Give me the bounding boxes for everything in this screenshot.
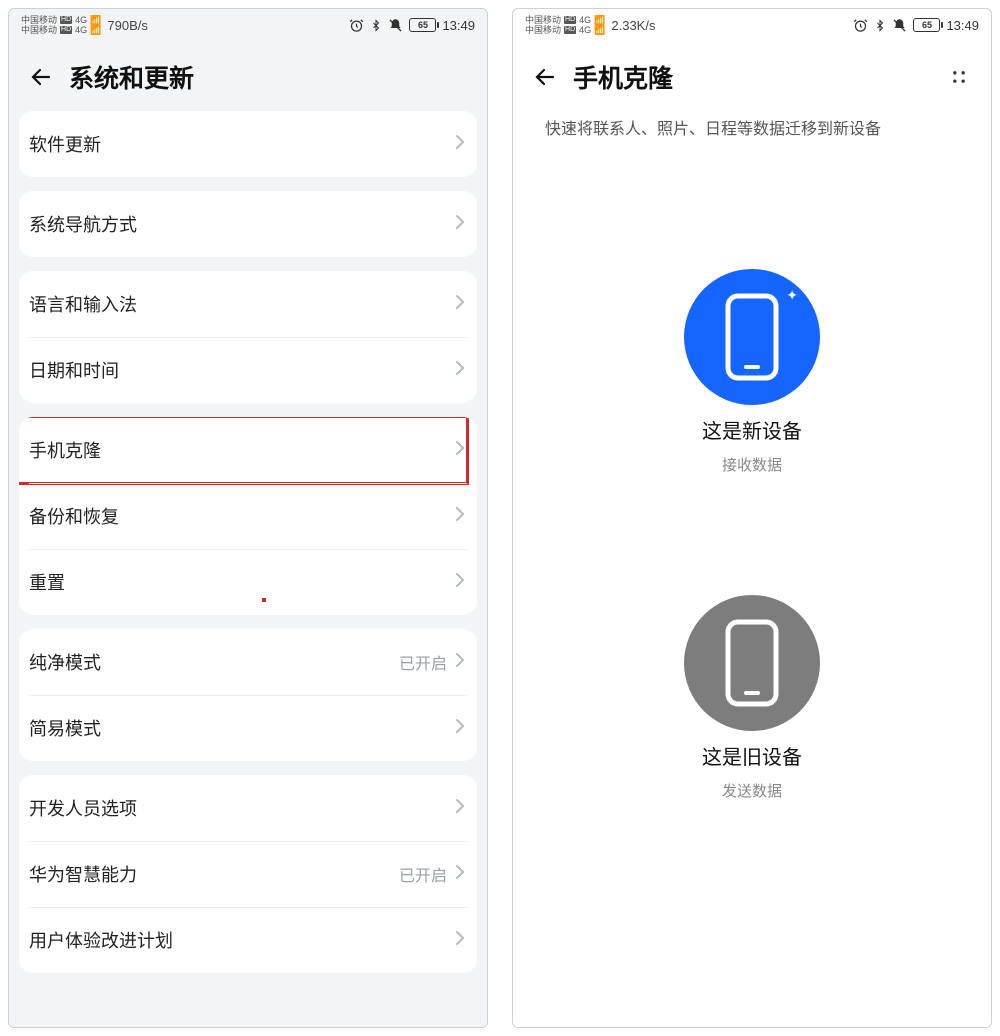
- settings-row[interactable]: 开发人员选项: [19, 775, 477, 841]
- row-label: 软件更新: [29, 131, 101, 157]
- settings-group: 语言和输入法日期和时间: [19, 271, 477, 403]
- settings-list[interactable]: 软件更新系统导航方式语言和输入法日期和时间手机克隆备份和恢复重置纯净模式已开启简…: [9, 111, 487, 1027]
- settings-group: 软件更新: [19, 111, 477, 177]
- row-label: 华为智慧能力: [29, 861, 137, 887]
- chevron-right-icon: [455, 652, 465, 673]
- mute-icon: [388, 18, 403, 33]
- status-bar: 中国移动HD4G📶 中国移动HD4G📶 2.33K/s 65 13:49: [513, 9, 991, 41]
- chevron-right-icon: [455, 798, 465, 819]
- row-label: 系统导航方式: [29, 211, 137, 237]
- chevron-right-icon: [455, 572, 465, 593]
- more-button[interactable]: [945, 63, 973, 91]
- old-device-option[interactable]: 这是旧设备 发送数据: [684, 595, 820, 801]
- battery-icon: 65: [409, 18, 436, 32]
- new-device-icon: ✦: [684, 269, 820, 405]
- row-label: 重置: [29, 569, 65, 595]
- row-label: 备份和恢复: [29, 503, 119, 529]
- chevron-right-icon: [455, 294, 465, 315]
- settings-row[interactable]: 华为智慧能力 已开启: [19, 841, 477, 907]
- old-device-sub: 发送数据: [722, 780, 782, 801]
- screen-system-update: 中国移动HD4G📶 中国移动HD4G📶 790B/s 65 13:49 系: [8, 8, 488, 1028]
- settings-row[interactable]: 用户体验改进计划: [19, 907, 477, 973]
- page-title: 系统和更新: [69, 59, 194, 95]
- row-label: 语言和输入法: [29, 291, 137, 317]
- carrier-label: 中国移动: [21, 16, 57, 25]
- network-label-2: 4G: [75, 26, 87, 35]
- settings-row[interactable]: 简易模式: [19, 695, 477, 761]
- signal-icon-2: 📶: [90, 26, 101, 35]
- status-bar: 中国移动HD4G📶 中国移动HD4G📶 790B/s 65 13:49: [9, 9, 487, 41]
- signal-icon-2: 📶: [594, 26, 605, 35]
- page-subtitle: 快速将联系人、照片、日程等数据迁移到新设备: [513, 111, 991, 139]
- network-label-2: 4G: [579, 26, 591, 35]
- new-device-sub: 接收数据: [722, 454, 782, 475]
- chevron-right-icon: [455, 360, 465, 381]
- settings-row[interactable]: 手机克隆: [19, 417, 477, 483]
- row-label: 手机克隆: [29, 437, 101, 463]
- carrier-label-2: 中国移动: [525, 26, 561, 35]
- settings-row[interactable]: 重置: [19, 549, 477, 615]
- chevron-right-icon: [455, 718, 465, 739]
- old-device-title: 这是旧设备: [702, 741, 802, 770]
- settings-row[interactable]: 纯净模式 已开启: [19, 629, 477, 695]
- row-label: 纯净模式: [29, 649, 101, 675]
- settings-row[interactable]: 语言和输入法: [19, 271, 477, 337]
- new-device-title: 这是新设备: [702, 415, 802, 444]
- speed-label: 2.33K/s: [611, 18, 655, 33]
- clock-label: 13:49: [946, 18, 979, 33]
- row-label: 简易模式: [29, 715, 101, 741]
- chevron-right-icon: [455, 506, 465, 527]
- hd-badge-2: HD: [60, 26, 72, 34]
- chevron-right-icon: [455, 134, 465, 155]
- back-button[interactable]: [531, 63, 559, 91]
- mute-icon: [892, 18, 907, 33]
- clone-options: ✦ 这是新设备 接收数据 这是旧设备 发送数据: [513, 139, 991, 1027]
- signal-icon: 📶: [594, 16, 605, 25]
- hd-badge: HD: [564, 16, 576, 24]
- clock-label: 13:49: [442, 18, 475, 33]
- speed-label: 790B/s: [107, 18, 147, 33]
- page-header: 系统和更新: [9, 41, 487, 111]
- red-dot-marker: [262, 598, 266, 602]
- settings-row[interactable]: 软件更新: [19, 111, 477, 177]
- settings-group: 开发人员选项华为智慧能力 已开启用户体验改进计划: [19, 775, 477, 973]
- carrier-label: 中国移动: [525, 16, 561, 25]
- network-label: 4G: [75, 16, 87, 25]
- page-header: 手机克隆: [513, 41, 991, 111]
- chevron-right-icon: [455, 864, 465, 885]
- battery-icon: 65: [913, 18, 940, 32]
- sparkle-icon: ✦: [786, 287, 798, 304]
- page-title: 手机克隆: [573, 59, 673, 95]
- carrier-label-2: 中国移动: [21, 26, 57, 35]
- row-label: 用户体验改进计划: [29, 927, 173, 953]
- hd-badge-2: HD: [564, 26, 576, 34]
- settings-row[interactable]: 系统导航方式: [19, 191, 477, 257]
- bluetooth-icon: [370, 18, 382, 33]
- hd-badge: HD: [60, 16, 72, 24]
- settings-group: 系统导航方式: [19, 191, 477, 257]
- back-button[interactable]: [27, 63, 55, 91]
- row-value: 已开启: [399, 862, 447, 886]
- alarm-icon: [853, 18, 868, 33]
- signal-icon: 📶: [90, 16, 101, 25]
- chevron-right-icon: [455, 440, 465, 461]
- new-device-option[interactable]: ✦ 这是新设备 接收数据: [684, 269, 820, 475]
- old-device-icon: [684, 595, 820, 731]
- network-label: 4G: [579, 16, 591, 25]
- settings-row[interactable]: 备份和恢复: [19, 483, 477, 549]
- chevron-right-icon: [455, 930, 465, 951]
- screen-phone-clone: 中国移动HD4G📶 中国移动HD4G📶 2.33K/s 65 13:49: [512, 8, 992, 1028]
- row-label: 开发人员选项: [29, 795, 137, 821]
- row-value: 已开启: [399, 650, 447, 674]
- settings-group: 纯净模式 已开启简易模式: [19, 629, 477, 761]
- settings-row[interactable]: 日期和时间: [19, 337, 477, 403]
- settings-group: 手机克隆备份和恢复重置: [19, 417, 477, 615]
- bluetooth-icon: [874, 18, 886, 33]
- row-label: 日期和时间: [29, 357, 119, 383]
- chevron-right-icon: [455, 214, 465, 235]
- alarm-icon: [349, 18, 364, 33]
